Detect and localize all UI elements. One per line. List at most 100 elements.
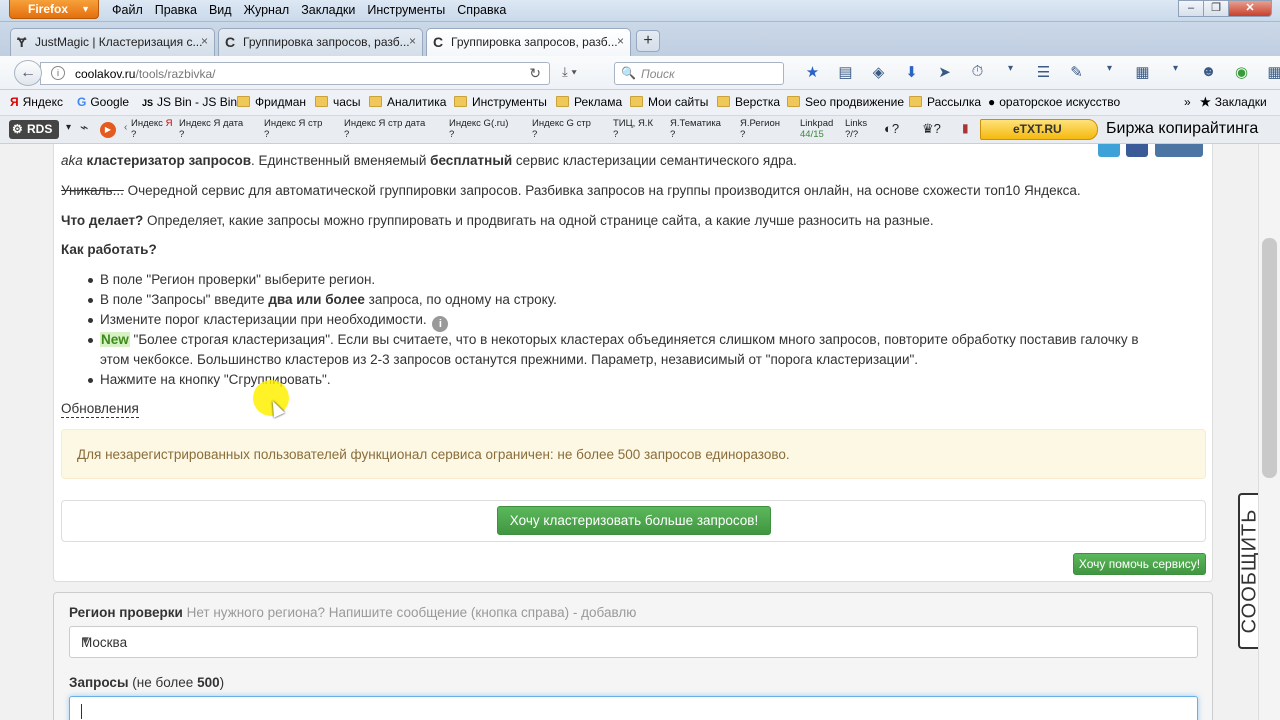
bookmark-folder[interactable]: Фридман <box>237 95 306 109</box>
tab-title: JustMagic | Кластеризация с... <box>35 35 203 49</box>
more-queries-button[interactable]: Хочу кластеризовать больше запросов! <box>497 506 771 535</box>
bookmarks-overflow-button[interactable]: » <box>1184 95 1191 109</box>
bookmark-yandex[interactable]: Я Яндекс <box>10 95 63 109</box>
bookmarks-list-icon[interactable]: ▤ <box>829 63 862 81</box>
new-tab-button[interactable]: + <box>636 30 660 52</box>
seo-label: ТИЦ, Я.К <box>613 118 653 129</box>
facebook-share-icon[interactable] <box>1126 144 1148 157</box>
search-box[interactable]: 🔍 Поиск <box>614 62 784 85</box>
bookmark-google[interactable]: G Google <box>77 95 129 109</box>
seo-addon-bar: ⚙ RDS ▾ ⌁ ▶ ‹ Индекс Я? Индекс Я дата? Ин… <box>0 116 1280 144</box>
chevron-down-icon[interactable]: ▾ <box>1159 63 1192 81</box>
bookmark-folder[interactable]: Аналитика <box>369 95 446 109</box>
bookmark-folder[interactable]: Верстка <box>717 95 780 109</box>
seo-index-google[interactable]: Индекс G(.ru)? <box>449 118 508 140</box>
menu-bookmarks[interactable]: Закладки <box>301 3 355 17</box>
bookmarks-menu-button[interactable]: ★ Закладки <box>1200 95 1267 109</box>
flag-icon[interactable]: ◐? <box>884 121 899 136</box>
bookmark-folder[interactable]: Seo продвижение <box>787 95 904 109</box>
queries-textarea[interactable] <box>69 696 1198 720</box>
twitter-share-icon[interactable] <box>1098 144 1120 157</box>
region-select[interactable]: Москва ▼ <box>69 626 1198 658</box>
chevron-down-icon: ▼ <box>81 4 90 14</box>
bookmark-folder[interactable]: Реклама <box>556 95 622 109</box>
seo-index-google-pages[interactable]: Индекс G стр? <box>532 118 591 140</box>
menu-items: Файл Правка Вид Журнал Закладки Инструме… <box>112 3 518 17</box>
etxt-banner[interactable]: eTXT.RU <box>980 119 1098 140</box>
vk-share-icon[interactable] <box>1155 144 1203 157</box>
seo-index-yandex[interactable]: Индекс Я? <box>131 118 172 140</box>
tab-justmagic[interactable]: Ɏ JustMagic | Кластеризация с... × <box>10 28 215 56</box>
seo-yandex-region[interactable]: Я.Регион? <box>740 118 780 140</box>
help-service-button[interactable]: Хочу помочь сервису! <box>1073 553 1206 575</box>
seo-label: Linkpad <box>800 118 834 129</box>
pocket-icon[interactable]: ◈ <box>862 63 895 81</box>
send-icon[interactable]: ➤ <box>928 63 961 81</box>
menu-help[interactable]: Справка <box>457 3 506 17</box>
recorder-icon[interactable]: ⌁ <box>80 119 88 136</box>
download-menu-icon[interactable]: ⤓ ▾ <box>562 64 577 80</box>
folder-icon <box>717 96 730 107</box>
report-tab-button[interactable]: СООБЩИТЬ <box>1238 493 1260 649</box>
tab-close-icon[interactable]: × <box>409 34 416 48</box>
bookmark-folder[interactable]: часы <box>315 95 361 109</box>
seo-label: Я.Тематика <box>670 118 721 129</box>
seo-yandex-theme[interactable]: Я.Тематика? <box>670 118 721 140</box>
bookmark-folder[interactable]: Мои сайты <box>630 95 708 109</box>
folder-icon <box>237 96 250 107</box>
chevron-down-icon[interactable]: ▾ <box>1093 63 1126 81</box>
timer-icon[interactable]: ⏱ <box>961 63 994 81</box>
chat-icon[interactable]: ☻ <box>1192 63 1225 81</box>
record-icon[interactable]: ▶ <box>100 122 116 138</box>
url-text[interactable]: coolakov.ru/tools/razbivka/ <box>75 67 216 81</box>
maximize-button[interactable]: ❐ <box>1203 0 1229 17</box>
firefox-menu-button[interactable]: Firefox ▼ <box>9 0 99 19</box>
site-info-icon[interactable]: i <box>51 66 65 80</box>
rds-button[interactable]: ⚙ RDS <box>9 120 59 139</box>
scroll-left-icon[interactable]: ‹ <box>124 122 127 133</box>
qr-icon[interactable]: ▦ <box>1126 63 1159 81</box>
menu-history[interactable]: Журнал <box>244 3 290 17</box>
tab-coolakov-1[interactable]: C Группировка запросов, разб... × <box>218 28 423 56</box>
tab-close-icon[interactable]: × <box>201 34 208 48</box>
qr-icon[interactable]: ▦ <box>1258 63 1280 81</box>
how-title: Как работать? <box>61 242 157 257</box>
scroll-right-icon[interactable]: ▮ <box>962 121 969 135</box>
spy-icon[interactable]: ♛? <box>922 121 941 137</box>
tab-close-icon[interactable]: × <box>617 34 624 48</box>
seo-index-yandex-pages-date[interactable]: Индекс Я стр дата? <box>344 118 425 140</box>
tab-coolakov-active[interactable]: C Группировка запросов, разб... × <box>426 28 631 56</box>
menu-tools[interactable]: Инструменты <box>367 3 445 17</box>
minimize-button[interactable]: – <box>1178 0 1204 17</box>
updates-link[interactable]: Обновления <box>61 401 139 418</box>
reload-icon[interactable]: ↻ <box>529 65 541 82</box>
extension-icon[interactable]: ✎ <box>1060 63 1093 81</box>
justmagic-favicon-icon: Ɏ <box>17 34 27 50</box>
bookmark-oratory[interactable]: ● ораторское искусство <box>988 95 1120 109</box>
seo-index-yandex-pages[interactable]: Индекс Я стр? <box>264 118 322 140</box>
menu-view[interactable]: Вид <box>209 3 232 17</box>
unique-paragraph: Уникаль... Очередной сервис для автомати… <box>61 181 1081 201</box>
bookmark-label: Фридман <box>255 95 307 109</box>
chevron-down-icon[interactable]: ▾ <box>66 122 71 133</box>
menu-edit[interactable]: Правка <box>155 3 197 17</box>
bookmark-folder[interactable]: Рассылка <box>909 95 981 109</box>
seo-index-yandex-date[interactable]: Индекс Я дата? <box>179 118 243 140</box>
menu-file[interactable]: Файл <box>112 3 143 17</box>
close-window-button[interactable]: ✕ <box>1228 0 1272 17</box>
menu-icon[interactable]: ☰ <box>1027 63 1060 81</box>
chevron-down-icon[interactable]: ▾ <box>994 63 1027 81</box>
page-scrollbar[interactable] <box>1258 144 1280 720</box>
back-button[interactable]: ← <box>14 60 42 86</box>
seo-links[interactable]: Links ?/? <box>845 118 867 140</box>
bookmark-star-icon[interactable]: ★ <box>796 63 829 81</box>
url-bar[interactable]: i coolakov.ru/tools/razbivka/ ↻ <box>40 62 550 85</box>
seo-tic[interactable]: ТИЦ, Я.К? <box>613 118 653 140</box>
scrollbar-thumb[interactable] <box>1262 238 1277 478</box>
sync-icon[interactable]: ◉ <box>1225 63 1258 81</box>
seo-linkpad[interactable]: Linkpad 44/15 <box>800 118 833 140</box>
download-icon[interactable]: ⬇ <box>895 63 928 81</box>
bookmark-folder[interactable]: Инструменты <box>454 95 547 109</box>
bookmark-jsbin[interactable]: JS JS Bin - JS Bin <box>142 95 237 109</box>
etxt-birzha-label[interactable]: Биржа копирайтинга <box>1106 120 1258 138</box>
